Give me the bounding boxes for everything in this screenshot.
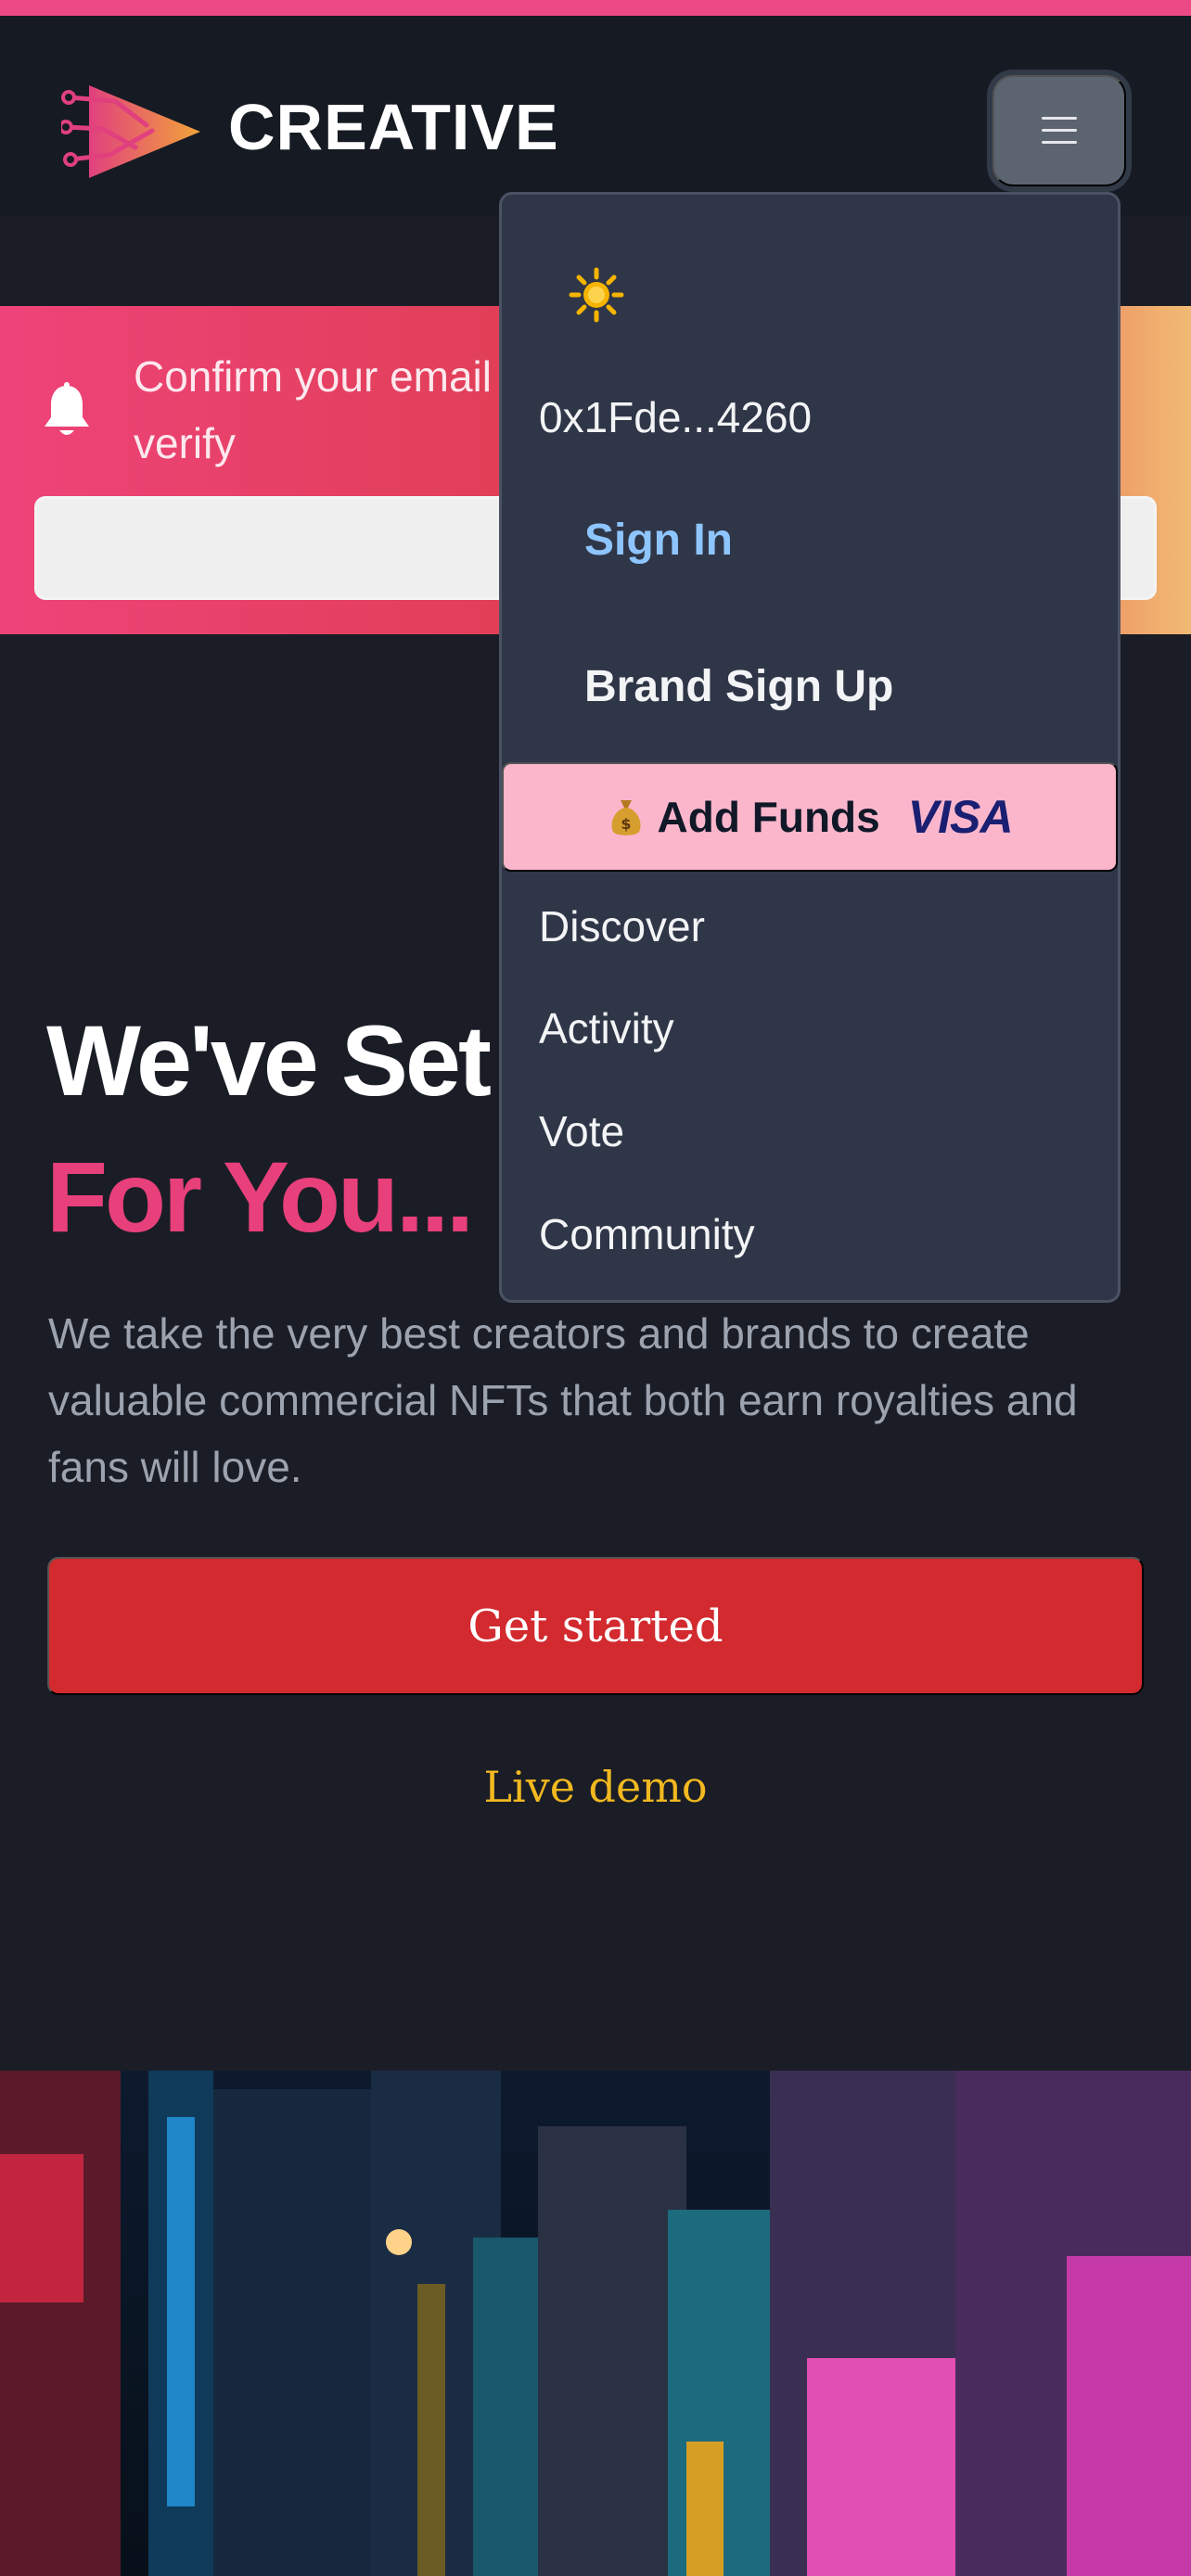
menu-toggle-button[interactable] — [992, 75, 1126, 186]
add-funds-button[interactable]: $ Add Funds VISA — [502, 762, 1118, 872]
bell-icon — [45, 382, 89, 435]
visa-logo: VISA — [907, 791, 1014, 843]
sign-in-link[interactable]: Sign In — [584, 515, 733, 566]
money-bag-icon: $ — [611, 800, 641, 835]
nav-item-activity[interactable]: Activity — [539, 1003, 674, 1053]
get-started-button[interactable]: Get started — [47, 1557, 1144, 1695]
nav-item-discover[interactable]: Discover — [539, 901, 705, 951]
add-funds-label: Add Funds — [657, 793, 880, 841]
hamburger-icon — [1042, 117, 1077, 145]
hero-description: We take the very best creators and brand… — [48, 1309, 1078, 1491]
page: CREATIVE Confirm your email address to s… — [0, 0, 1191, 2576]
nav-item-community[interactable]: Community — [539, 1209, 755, 1259]
brand-sign-up-link[interactable]: Brand Sign Up — [584, 661, 893, 712]
play-logo-icon[interactable] — [58, 71, 210, 192]
hero-title-highlight: For You... — [46, 1141, 474, 1253]
nav-dropdown-menu: 0x1Fde...4260 Sign In Brand Sign Up $ Ad… — [499, 192, 1121, 1303]
wallet-address[interactable]: 0x1Fde...4260 — [539, 392, 812, 442]
sun-icon[interactable] — [569, 267, 624, 323]
city-night-image — [0, 2071, 1191, 2576]
brand-name[interactable]: CREATIVE — [228, 90, 559, 164]
navbar: CREATIVE — [0, 16, 1191, 216]
top-accent-strip — [0, 0, 1191, 16]
svg-text:$: $ — [621, 815, 631, 833]
live-demo-link[interactable]: Live demo — [0, 1762, 1191, 1812]
nav-item-vote[interactable]: Vote — [539, 1106, 624, 1156]
